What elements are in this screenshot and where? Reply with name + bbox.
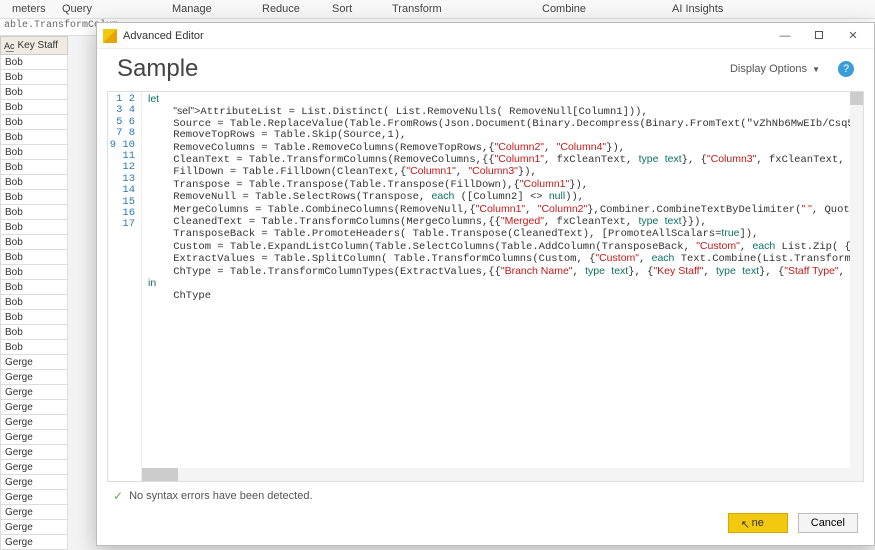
table-row[interactable]: Bob xyxy=(0,235,68,250)
column-header-label: Key Staff xyxy=(18,40,58,51)
close-button[interactable]: ✕ xyxy=(836,24,870,48)
type-text-icon: A͟c xyxy=(4,41,15,51)
display-options-dropdown[interactable]: Display Options ▼ xyxy=(722,59,828,79)
dialog-title: Advanced Editor xyxy=(123,30,768,42)
table-row[interactable]: Gerge xyxy=(0,385,68,400)
table-row[interactable]: Gerge xyxy=(0,445,68,460)
table-row[interactable]: Gerge xyxy=(0,490,68,505)
table-row[interactable]: Bob xyxy=(0,325,68,340)
table-row[interactable]: Gerge xyxy=(0,475,68,490)
help-button[interactable]: ? xyxy=(838,61,854,77)
table-row[interactable]: Gerge xyxy=(0,505,68,520)
table-row[interactable]: Bob xyxy=(0,250,68,265)
ribbon-group-manage-columns[interactable]: Manage Columns xyxy=(160,0,250,18)
ribbon-group-sort[interactable]: Sort xyxy=(320,0,380,18)
table-row[interactable]: Gerge xyxy=(0,370,68,385)
dialog-title-bar: Advanced Editor — ✕ xyxy=(97,23,874,49)
table-row[interactable]: Bob xyxy=(0,55,68,70)
ribbon-group-combine[interactable]: Combine xyxy=(530,0,660,18)
ribbon-group-reduce-rows[interactable]: Reduce Rows xyxy=(250,0,320,18)
table-row[interactable]: Gerge xyxy=(0,355,68,370)
table-row[interactable]: Bob xyxy=(0,175,68,190)
syntax-status: ✓ No syntax errors have been detected. xyxy=(97,482,874,507)
table-row[interactable]: Bob xyxy=(0,160,68,175)
preview-grid: A͟c Key Staff BobBobBobBobBobBobBobBobBo… xyxy=(0,36,68,550)
table-row[interactable]: Bob xyxy=(0,100,68,115)
table-row[interactable]: Bob xyxy=(0,340,68,355)
chevron-down-icon: ▼ xyxy=(812,65,820,74)
dialog-header: Sample Display Options ▼ ? xyxy=(97,49,874,91)
advanced-editor-dialog: Advanced Editor — ✕ Sample Display Optio… xyxy=(96,22,875,546)
ribbon-group-query[interactable]: Query xyxy=(50,0,160,18)
done-button-label: ne xyxy=(752,517,764,529)
table-row[interactable]: Bob xyxy=(0,295,68,310)
table-row[interactable]: Bob xyxy=(0,130,68,145)
table-row[interactable]: Bob xyxy=(0,70,68,85)
cursor-icon: ↖ xyxy=(741,518,750,531)
table-row[interactable]: Bob xyxy=(0,145,68,160)
table-row[interactable]: Gerge xyxy=(0,430,68,445)
table-row[interactable]: Bob xyxy=(0,310,68,325)
code-editor[interactable]: 1 2 3 4 5 6 7 8 9 10 11 12 13 14 15 16 1… xyxy=(107,91,864,482)
scrollbar-thumb[interactable] xyxy=(142,468,178,481)
code-text-area[interactable]: let "sel">AttributeList = List.Distinct(… xyxy=(142,92,863,481)
column-header-key-staff[interactable]: A͟c Key Staff xyxy=(0,36,68,55)
horizontal-scrollbar[interactable] xyxy=(142,468,850,481)
display-options-label: Display Options xyxy=(730,63,807,75)
ribbon: meters Query Manage Columns Reduce Rows … xyxy=(0,0,875,19)
cancel-button[interactable]: Cancel xyxy=(798,513,858,533)
table-row[interactable]: Gerge xyxy=(0,535,68,550)
ribbon-group-parameters[interactable]: meters xyxy=(0,0,50,18)
syntax-status-text: No syntax errors have been detected. xyxy=(129,490,312,502)
table-row[interactable]: Bob xyxy=(0,190,68,205)
table-row[interactable]: Bob xyxy=(0,115,68,130)
checkmark-icon: ✓ xyxy=(113,489,123,503)
table-row[interactable]: Bob xyxy=(0,280,68,295)
table-row[interactable]: Gerge xyxy=(0,400,68,415)
table-row[interactable]: Bob xyxy=(0,265,68,280)
table-row[interactable]: Gerge xyxy=(0,520,68,535)
ribbon-group-transform[interactable]: Transform xyxy=(380,0,530,18)
vertical-scrollbar[interactable] xyxy=(850,92,863,481)
minimize-button[interactable]: — xyxy=(768,24,802,48)
table-row[interactable]: Gerge xyxy=(0,460,68,475)
powerbi-logo-icon xyxy=(103,29,117,43)
dialog-buttons: ↖ne Cancel xyxy=(97,507,874,545)
ribbon-group-ai-insights[interactable]: AI Insights xyxy=(660,0,740,18)
done-button[interactable]: ↖ne xyxy=(728,513,788,533)
table-row[interactable]: Bob xyxy=(0,205,68,220)
table-row[interactable]: Bob xyxy=(0,220,68,235)
table-row[interactable]: Bob xyxy=(0,85,68,100)
maximize-button[interactable] xyxy=(802,24,836,48)
table-row[interactable]: Gerge xyxy=(0,415,68,430)
scrollbar-thumb[interactable] xyxy=(850,92,863,105)
query-name-heading: Sample xyxy=(117,55,722,83)
line-number-gutter: 1 2 3 4 5 6 7 8 9 10 11 12 13 14 15 16 1… xyxy=(108,92,142,481)
